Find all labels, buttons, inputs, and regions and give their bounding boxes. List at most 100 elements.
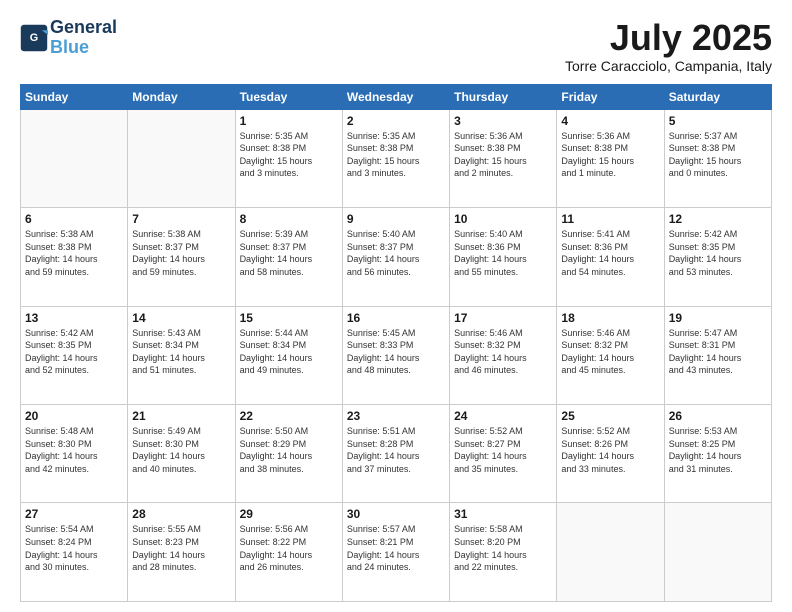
- col-sunday: Sunday: [21, 84, 128, 109]
- day-number: 21: [132, 409, 230, 423]
- day-info: Sunrise: 5:42 AM Sunset: 8:35 PM Dayligh…: [25, 327, 123, 377]
- day-info: Sunrise: 5:57 AM Sunset: 8:21 PM Dayligh…: [347, 523, 445, 573]
- logo-icon: G: [20, 24, 48, 52]
- calendar-cell: 14 Sunrise: 5:43 AM Sunset: 8:34 PM Dayli…: [128, 306, 235, 404]
- day-number: 23: [347, 409, 445, 423]
- day-number: 1: [240, 114, 338, 128]
- calendar-cell: 19Sunrise: 5:47 AM Sunset: 8:31 PM Dayli…: [664, 306, 771, 404]
- day-info: Sunrise: 5:48 AM Sunset: 8:30 PM Dayligh…: [25, 425, 123, 475]
- day-number: 7: [132, 212, 230, 226]
- calendar-cell: 21 Sunrise: 5:49 AM Sunset: 8:30 PM Dayli…: [128, 405, 235, 503]
- day-info: Sunrise: 5:36 AM Sunset: 8:38 PM Dayligh…: [454, 130, 552, 180]
- day-info: Sunrise: 5:35 AM Sunset: 8:38 PM Dayligh…: [240, 130, 338, 180]
- day-number: 27: [25, 507, 123, 521]
- calendar-cell: [128, 109, 235, 207]
- calendar-cell: 30 Sunrise: 5:57 AM Sunset: 8:21 PM Dayli…: [342, 503, 449, 602]
- calendar-cell: 28Sunrise: 5:55 AM Sunset: 8:23 PM Dayli…: [128, 503, 235, 602]
- col-monday: Monday: [128, 84, 235, 109]
- calendar-cell: 27 Sunrise: 5:54 AM Sunset: 8:24 PM Dayli…: [21, 503, 128, 602]
- calendar-cell: 25Sunrise: 5:52 AM Sunset: 8:26 PM Dayli…: [557, 405, 664, 503]
- day-info: Sunrise: 5:58 AM Sunset: 8:20 PM Dayligh…: [454, 523, 552, 573]
- header: G General Blue July 2025 Torre Caracciol…: [20, 18, 772, 74]
- calendar-cell: 12Sunrise: 5:42 AM Sunset: 8:35 PM Dayli…: [664, 208, 771, 306]
- calendar-cell: [664, 503, 771, 602]
- calendar-week-2: 6 Sunrise: 5:38 AM Sunset: 8:38 PM Daylig…: [21, 208, 772, 306]
- day-number: 25: [561, 409, 659, 423]
- day-info: Sunrise: 5:53 AM Sunset: 8:25 PM Dayligh…: [669, 425, 767, 475]
- calendar-cell: 18 Sunrise: 5:46 AM Sunset: 8:32 PM Dayli…: [557, 306, 664, 404]
- calendar-cell: 22 Sunrise: 5:50 AM Sunset: 8:29 PM Dayli…: [235, 405, 342, 503]
- col-friday: Friday: [557, 84, 664, 109]
- day-number: 30: [347, 507, 445, 521]
- day-number: 3: [454, 114, 552, 128]
- calendar-week-5: 27 Sunrise: 5:54 AM Sunset: 8:24 PM Dayli…: [21, 503, 772, 602]
- day-info: Sunrise: 5:56 AM Sunset: 8:22 PM Dayligh…: [240, 523, 338, 573]
- calendar-cell: 16 Sunrise: 5:45 AM Sunset: 8:33 PM Dayli…: [342, 306, 449, 404]
- day-info: Sunrise: 5:55 AM Sunset: 8:23 PM Dayligh…: [132, 523, 230, 573]
- calendar-cell: 9 Sunrise: 5:40 AM Sunset: 8:37 PM Daylig…: [342, 208, 449, 306]
- day-number: 15: [240, 311, 338, 325]
- calendar-cell: 10 Sunrise: 5:40 AM Sunset: 8:36 PM Dayli…: [450, 208, 557, 306]
- day-number: 13: [25, 311, 123, 325]
- calendar-cell: 4Sunrise: 5:36 AM Sunset: 8:38 PM Daylig…: [557, 109, 664, 207]
- day-number: 8: [240, 212, 338, 226]
- day-number: 2: [347, 114, 445, 128]
- day-info: Sunrise: 5:40 AM Sunset: 8:37 PM Dayligh…: [347, 228, 445, 278]
- day-info: Sunrise: 5:40 AM Sunset: 8:36 PM Dayligh…: [454, 228, 552, 278]
- calendar-cell: 5 Sunrise: 5:37 AM Sunset: 8:38 PM Daylig…: [664, 109, 771, 207]
- calendar-week-3: 13 Sunrise: 5:42 AM Sunset: 8:35 PM Dayli…: [21, 306, 772, 404]
- logo: G General Blue: [20, 18, 117, 58]
- day-number: 6: [25, 212, 123, 226]
- svg-text:G: G: [30, 32, 38, 44]
- calendar-cell: 29 Sunrise: 5:56 AM Sunset: 8:22 PM Dayli…: [235, 503, 342, 602]
- calendar-body: 1 Sunrise: 5:35 AM Sunset: 8:38 PM Daylig…: [21, 109, 772, 601]
- calendar-cell: 1 Sunrise: 5:35 AM Sunset: 8:38 PM Daylig…: [235, 109, 342, 207]
- calendar-cell: 23Sunrise: 5:51 AM Sunset: 8:28 PM Dayli…: [342, 405, 449, 503]
- day-number: 17: [454, 311, 552, 325]
- calendar-cell: 24 Sunrise: 5:52 AM Sunset: 8:27 PM Dayli…: [450, 405, 557, 503]
- calendar-cell: 17Sunrise: 5:46 AM Sunset: 8:32 PM Dayli…: [450, 306, 557, 404]
- day-info: Sunrise: 5:47 AM Sunset: 8:31 PM Dayligh…: [669, 327, 767, 377]
- calendar-cell: [21, 109, 128, 207]
- day-info: Sunrise: 5:35 AM Sunset: 8:38 PM Dayligh…: [347, 130, 445, 180]
- day-info: Sunrise: 5:41 AM Sunset: 8:36 PM Dayligh…: [561, 228, 659, 278]
- calendar-cell: 3 Sunrise: 5:36 AM Sunset: 8:38 PM Daylig…: [450, 109, 557, 207]
- day-info: Sunrise: 5:52 AM Sunset: 8:27 PM Dayligh…: [454, 425, 552, 475]
- day-number: 22: [240, 409, 338, 423]
- day-number: 14: [132, 311, 230, 325]
- day-number: 24: [454, 409, 552, 423]
- calendar-cell: 7 Sunrise: 5:38 AM Sunset: 8:37 PM Daylig…: [128, 208, 235, 306]
- day-info: Sunrise: 5:37 AM Sunset: 8:38 PM Dayligh…: [669, 130, 767, 180]
- day-info: Sunrise: 5:50 AM Sunset: 8:29 PM Dayligh…: [240, 425, 338, 475]
- day-number: 18: [561, 311, 659, 325]
- col-tuesday: Tuesday: [235, 84, 342, 109]
- day-info: Sunrise: 5:43 AM Sunset: 8:34 PM Dayligh…: [132, 327, 230, 377]
- day-info: Sunrise: 5:49 AM Sunset: 8:30 PM Dayligh…: [132, 425, 230, 475]
- day-number: 4: [561, 114, 659, 128]
- day-info: Sunrise: 5:38 AM Sunset: 8:38 PM Dayligh…: [25, 228, 123, 278]
- logo-blue: Blue: [50, 38, 117, 58]
- day-info: Sunrise: 5:38 AM Sunset: 8:37 PM Dayligh…: [132, 228, 230, 278]
- day-number: 5: [669, 114, 767, 128]
- day-info: Sunrise: 5:39 AM Sunset: 8:37 PM Dayligh…: [240, 228, 338, 278]
- calendar-week-1: 1 Sunrise: 5:35 AM Sunset: 8:38 PM Daylig…: [21, 109, 772, 207]
- calendar-cell: 31Sunrise: 5:58 AM Sunset: 8:20 PM Dayli…: [450, 503, 557, 602]
- day-number: 16: [347, 311, 445, 325]
- calendar-table: Sunday Monday Tuesday Wednesday Thursday…: [20, 84, 772, 602]
- day-number: 11: [561, 212, 659, 226]
- day-number: 9: [347, 212, 445, 226]
- day-info: Sunrise: 5:46 AM Sunset: 8:32 PM Dayligh…: [561, 327, 659, 377]
- day-number: 12: [669, 212, 767, 226]
- calendar-header: Sunday Monday Tuesday Wednesday Thursday…: [21, 84, 772, 109]
- day-number: 29: [240, 507, 338, 521]
- calendar-cell: 8 Sunrise: 5:39 AM Sunset: 8:37 PM Daylig…: [235, 208, 342, 306]
- title-block: July 2025 Torre Caracciolo, Campania, It…: [565, 18, 772, 74]
- calendar-week-4: 20Sunrise: 5:48 AM Sunset: 8:30 PM Dayli…: [21, 405, 772, 503]
- calendar-cell: [557, 503, 664, 602]
- col-thursday: Thursday: [450, 84, 557, 109]
- day-info: Sunrise: 5:45 AM Sunset: 8:33 PM Dayligh…: [347, 327, 445, 377]
- day-info: Sunrise: 5:44 AM Sunset: 8:34 PM Dayligh…: [240, 327, 338, 377]
- day-info: Sunrise: 5:54 AM Sunset: 8:24 PM Dayligh…: [25, 523, 123, 573]
- calendar-cell: 20Sunrise: 5:48 AM Sunset: 8:30 PM Dayli…: [21, 405, 128, 503]
- day-number: 10: [454, 212, 552, 226]
